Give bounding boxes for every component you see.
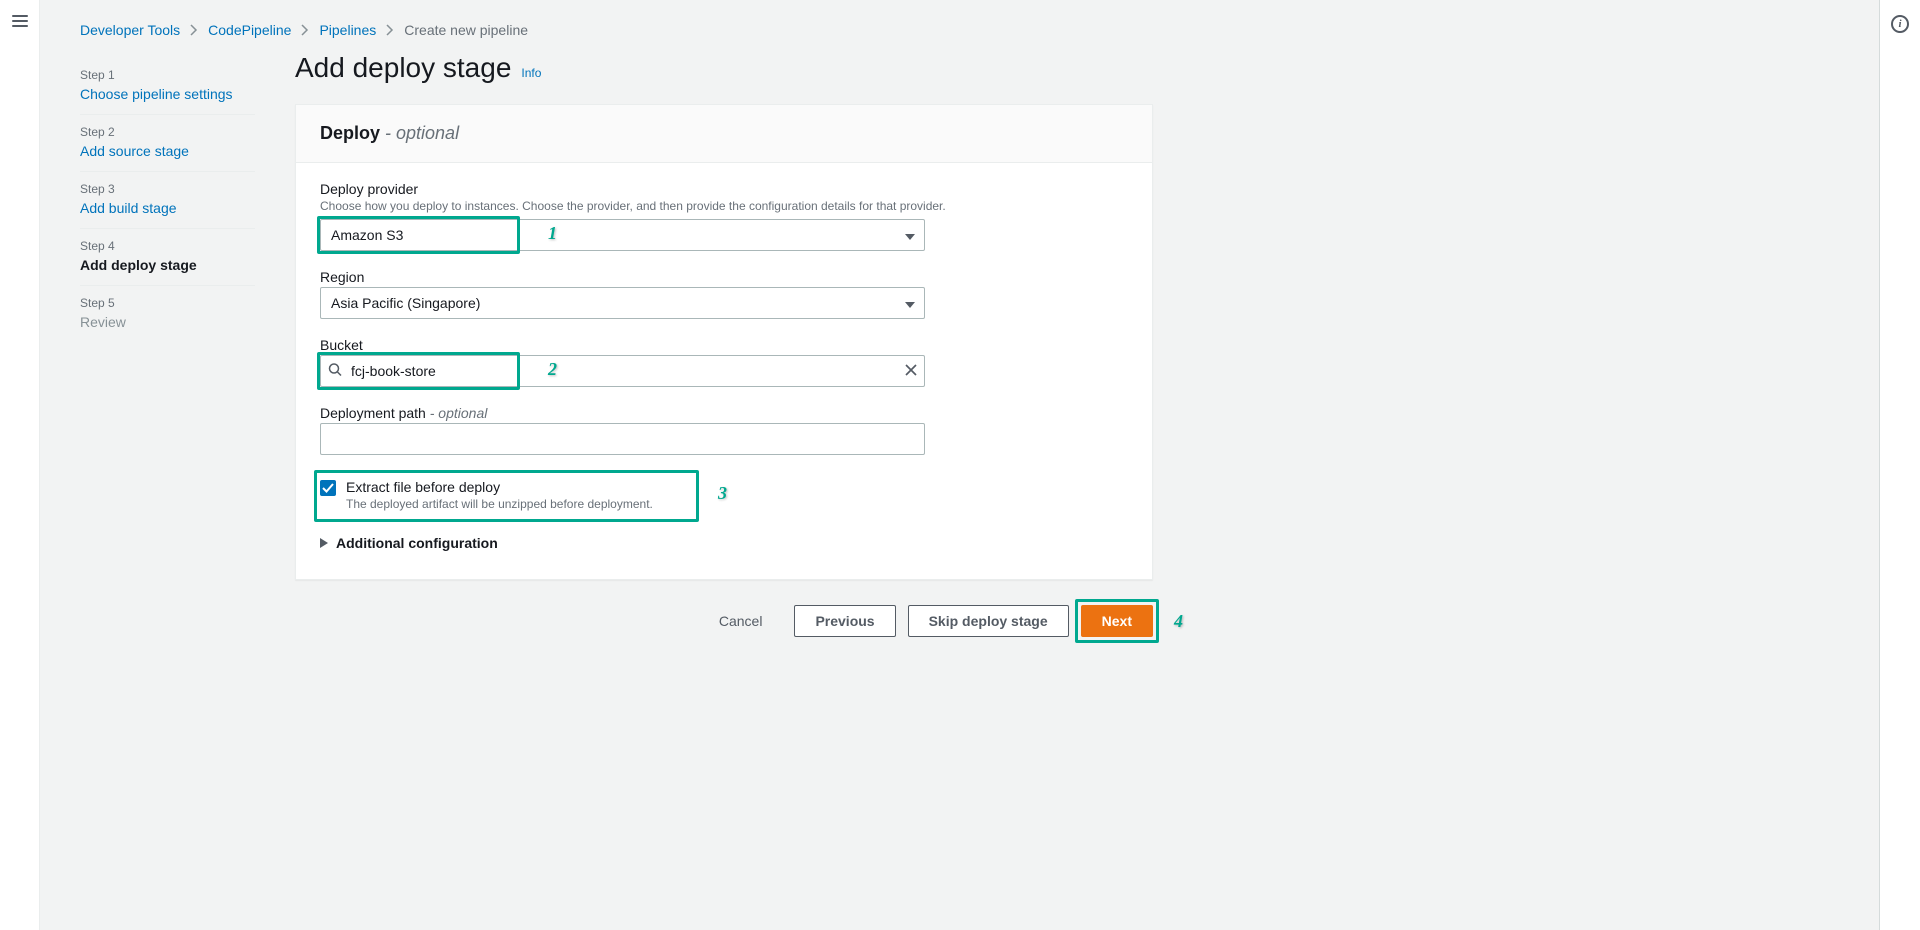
field-label: Bucket [320,337,1128,353]
previous-button[interactable]: Previous [794,605,895,637]
annotation-badge: 3 [718,483,727,504]
breadcrumb-link-devtools[interactable]: Developer Tools [80,22,180,38]
extract-checkbox[interactable] [320,480,336,496]
step-link-add-build-stage[interactable]: Add build stage [80,200,255,216]
card-title: Deploy [320,123,380,143]
step-current-add-deploy-stage: Add deploy stage [80,257,255,273]
sidebar-toggle-col [0,0,40,930]
step-label: Step 3 [80,182,255,196]
step-label: Step 2 [80,125,255,139]
region-select[interactable]: Asia Pacific (Singapore) [320,287,925,319]
card-header: Deploy - optional [296,105,1152,163]
close-icon[interactable] [905,363,917,379]
next-button[interactable]: Next [1081,605,1153,637]
step-link-add-source-stage[interactable]: Add source stage [80,143,255,159]
info-link[interactable]: Info [521,66,541,80]
hamburger-icon[interactable] [12,15,28,27]
checkbox-description: The deployed artifact will be unzipped b… [346,497,653,511]
step-link-choose-pipeline-settings[interactable]: Choose pipeline settings [80,86,255,102]
additional-configuration-expander[interactable]: Additional configuration [320,535,1128,551]
field-bucket: Bucket 2 [320,337,1128,387]
step-label: Step 5 [80,296,255,310]
step-disabled-review: Review [80,314,255,330]
card-optional: optional [396,123,459,143]
skip-deploy-stage-button[interactable]: Skip deploy stage [908,605,1069,637]
chevron-right-icon [386,24,394,36]
main-column: Developer Tools CodePipeline Pipelines C… [40,0,1880,930]
field-label: Region [320,269,1128,285]
chevron-right-icon [190,24,198,36]
bucket-input[interactable] [320,355,925,387]
field-deployment-path: Deployment path - optional [320,405,1128,455]
expander-label: Additional configuration [336,535,498,551]
caret-right-icon [320,535,328,551]
field-description: Choose how you deploy to instances. Choo… [320,199,1128,213]
breadcrumb-link-codepipeline[interactable]: CodePipeline [208,22,291,38]
select-value: Asia Pacific (Singapore) [331,295,480,311]
checkbox-label: Extract file before deploy [346,479,653,495]
field-region: Region Asia Pacific (Singapore) [320,269,1128,319]
field-deploy-provider: Deploy provider Choose how you deploy to… [320,181,1128,251]
info-panel-toggle-col: i [1880,0,1920,930]
deploy-card: Deploy - optional Deploy provider Choose… [295,104,1153,580]
field-label: Deploy provider [320,181,1128,197]
step-label: Step 4 [80,239,255,253]
main-panel: Add deploy stage Info Deploy - optional … [295,48,1153,637]
chevron-right-icon [301,24,309,36]
deployment-path-input[interactable] [320,423,925,455]
deploy-provider-select[interactable]: Amazon S3 [320,219,925,251]
page-title: Add deploy stage [295,52,511,84]
card-title-sep: - [380,123,396,143]
breadcrumb-current: Create new pipeline [404,22,528,38]
cancel-button[interactable]: Cancel [699,605,783,637]
field-label: Deployment path - optional [320,405,1128,421]
extract-checkbox-row: Extract file before deploy The deployed … [320,473,653,515]
buttons-row: Cancel Previous Skip deploy stage Next 4 [295,605,1153,637]
annotation-badge: 4 [1174,611,1183,632]
breadcrumb-link-pipelines[interactable]: Pipelines [319,22,376,38]
info-icon[interactable]: i [1891,15,1909,33]
steps-nav: Step 1 Choose pipeline settings Step 2 A… [80,48,255,637]
step-label: Step 1 [80,68,255,82]
select-value: Amazon S3 [331,227,403,243]
breadcrumb: Developer Tools CodePipeline Pipelines C… [40,0,1879,48]
